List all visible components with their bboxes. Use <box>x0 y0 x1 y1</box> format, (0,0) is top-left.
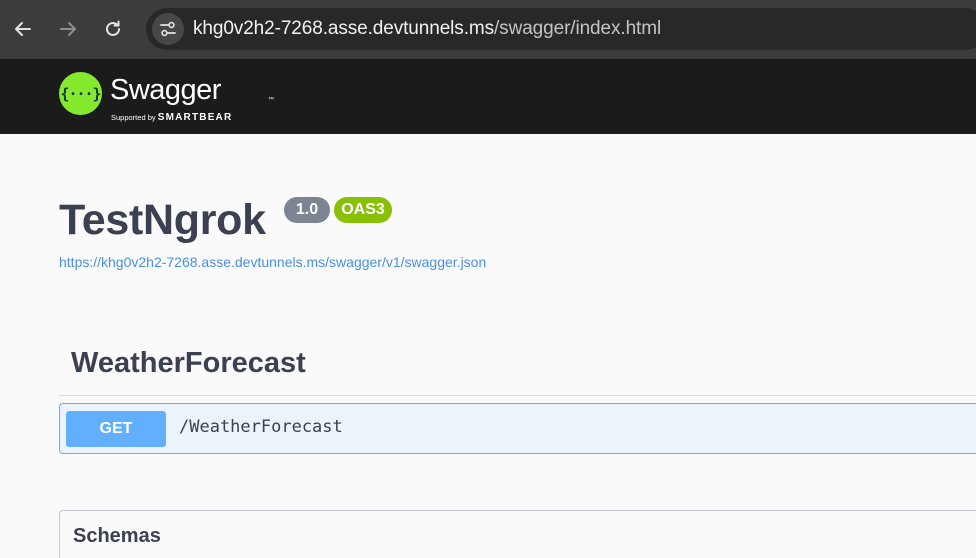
schemas-section[interactable]: Schemas <box>59 510 976 558</box>
browser-toolbar: khg0v2h2-7268.asse.devtunnels.ms/swagger… <box>0 0 976 59</box>
arrow-right-icon <box>60 22 76 36</box>
url-host: khg0v2h2-7268.asse.devtunnels.ms <box>193 18 494 39</box>
tune-icon <box>160 21 176 37</box>
url-text[interactable]: khg0v2h2-7268.asse.devtunnels.ms/swagger… <box>193 18 661 40</box>
smartbear-text: SMARTBEAR <box>157 112 233 123</box>
arrow-left-icon <box>15 22 31 36</box>
swagger-topbar: {···} Swagger ™ Supported by SMARTBEAR <box>0 59 976 134</box>
trademark: ™ <box>268 97 274 103</box>
spec-url-link[interactable]: https://khg0v2h2-7268.asse.devtunnels.ms… <box>59 254 486 270</box>
operation-path: /WeatherForecast <box>179 417 343 437</box>
schemas-title: Schemas <box>73 525 161 547</box>
forward-button[interactable] <box>56 12 80 46</box>
reload-button[interactable] <box>101 12 125 46</box>
supported-by: Supported by SMARTBEAR <box>111 112 232 123</box>
supported-by-text: Supported by <box>111 113 156 122</box>
tag-weatherforecast[interactable]: WeatherForecast <box>71 347 306 380</box>
operation-get-weatherforecast[interactable]: GET /WeatherForecast <box>59 403 976 454</box>
api-title: TestNgrok <box>59 196 266 244</box>
swagger-logo-icon: {···} <box>59 72 102 115</box>
reload-icon <box>106 20 120 36</box>
version-badge: 1.0 <box>284 197 330 223</box>
divider <box>59 395 976 396</box>
logo-mark: {···} <box>60 84 101 103</box>
oas-badge: OAS3 <box>334 197 392 223</box>
url-path: /swagger/index.html <box>494 18 662 39</box>
address-bar[interactable]: khg0v2h2-7268.asse.devtunnels.ms/swagger… <box>146 8 976 50</box>
back-button[interactable] <box>11 12 35 46</box>
brand-name: Swagger <box>110 74 221 106</box>
site-info-button[interactable] <box>152 13 184 45</box>
get-method-badge: GET <box>66 411 166 447</box>
